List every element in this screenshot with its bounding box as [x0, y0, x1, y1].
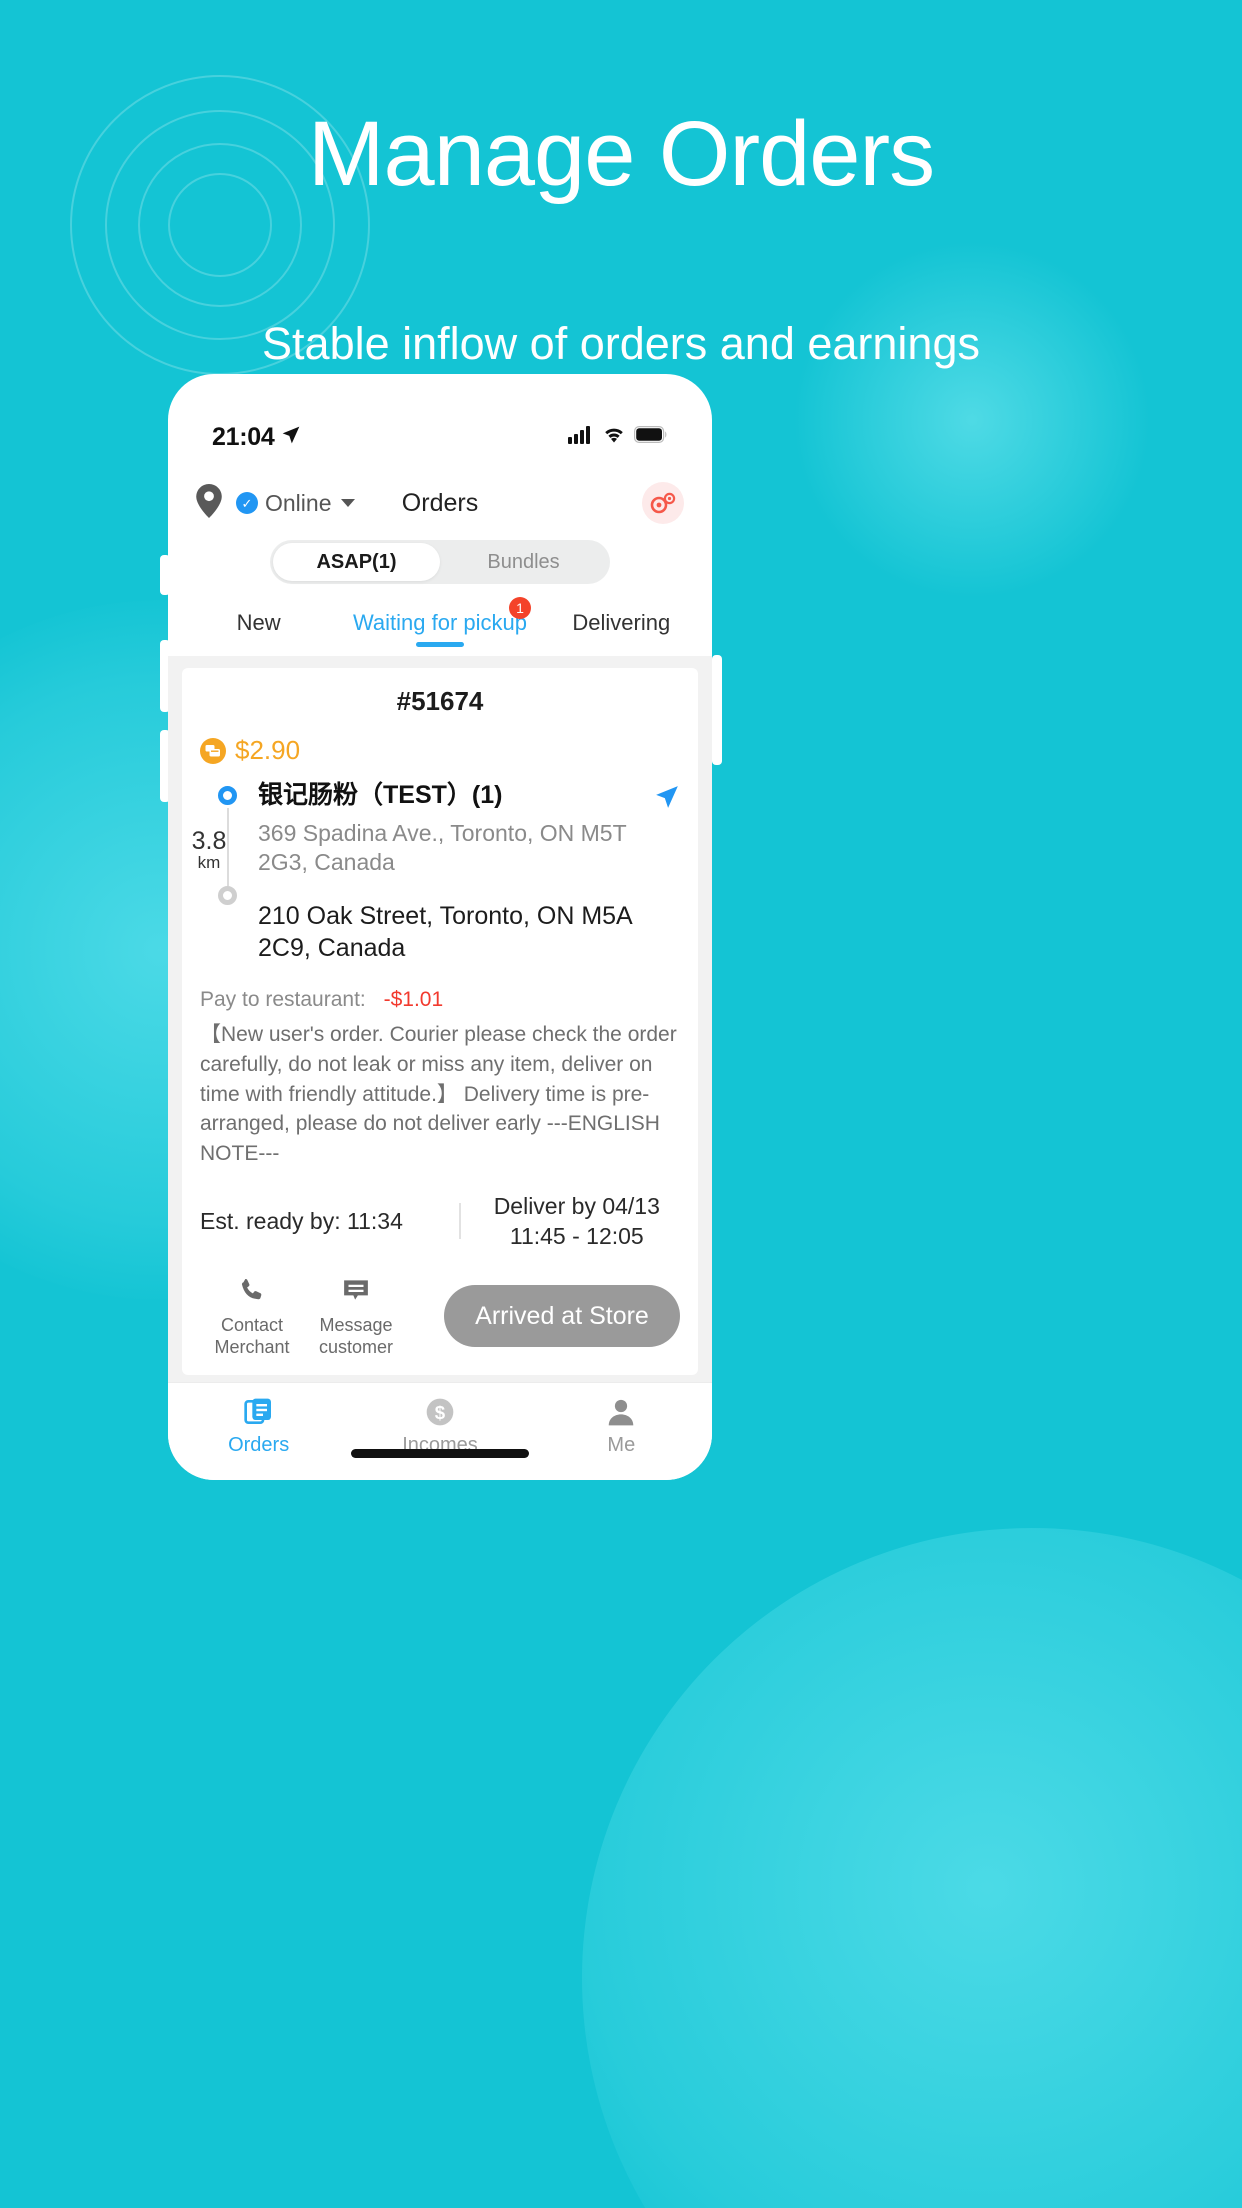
order-payout-row: $2.90 — [200, 735, 680, 766]
pickup-address: 369 Spadina Ave., Toronto, ON M5T 2G3, C… — [258, 820, 627, 876]
order-card[interactable]: #51674 $2.90 3.8 km 银记肠粉（TEST）(1) 369 Sp… — [182, 668, 698, 1375]
order-status-tabs: New Waiting for pickup 1 Delivering — [168, 596, 712, 650]
orders-list: #51674 $2.90 3.8 km 银记肠粉（TEST）(1) 369 Sp… — [168, 656, 712, 1382]
pickup-dot-icon — [218, 786, 237, 805]
dropoff-dot-icon — [218, 886, 237, 905]
message-customer-label: Message customer — [318, 1314, 394, 1358]
tab-waiting-badge: 1 — [509, 597, 532, 619]
dollar-circle-icon: $ — [349, 1393, 530, 1431]
order-mode-segmented-control[interactable]: ASAP(1) Bundles — [270, 540, 610, 584]
check-circle-icon: ✓ — [236, 492, 258, 514]
nav-item-me-label: Me — [607, 1434, 636, 1456]
online-status-dropdown[interactable]: ✓ Online — [236, 489, 356, 517]
phone-icon — [200, 1274, 304, 1308]
svg-text:$: $ — [435, 1402, 446, 1423]
tab-delivering[interactable]: Delivering — [531, 610, 712, 636]
order-number: #51674 — [396, 686, 484, 716]
message-customer-button[interactable]: Message customer — [304, 1274, 408, 1359]
status-bar-time: 21:04 — [212, 422, 275, 451]
nav-item-me[interactable]: Me — [531, 1393, 712, 1457]
home-indicator[interactable] — [351, 1449, 529, 1458]
nav-item-orders[interactable]: Orders — [168, 1393, 349, 1457]
pickup-row: 银记肠粉（TEST）(1) — [258, 780, 680, 815]
promo-headline: Manage Orders — [307, 103, 935, 205]
contact-merchant-label: Contact Merchant — [214, 1314, 290, 1358]
message-bubble-icon — [304, 1274, 408, 1308]
pickup-name: 银记肠粉（TEST）(1) — [258, 781, 503, 809]
person-icon — [531, 1393, 712, 1431]
location-arrow-icon — [281, 423, 301, 452]
deliver-by-date: Deliver by 04/13 — [493, 1192, 660, 1219]
deliver-by-window: 11:45 - 12:05 — [509, 1223, 644, 1250]
route-distance-value: 3.8 — [191, 827, 227, 855]
wifi-icon — [602, 426, 626, 449]
phone-power-button — [712, 655, 722, 765]
route-distance: 3.8 km — [182, 828, 236, 873]
nav-item-incomes[interactable]: $ Incomes — [349, 1393, 530, 1457]
segment-asap[interactable]: ASAP(1) — [273, 543, 440, 581]
nav-item-orders-label: Orders — [228, 1434, 290, 1456]
order-actions: Contact Merchant Message customer Arrive… — [200, 1274, 680, 1359]
background-blob-bottom-right — [582, 1528, 1242, 2208]
tab-waiting-for-pickup[interactable]: Waiting for pickup 1 — [349, 597, 532, 647]
order-times: Est. ready by: 11:34 Deliver by 04/13 11… — [200, 1191, 680, 1252]
phone-screen: 21:04 ✓ Online Orders ASAP(1) Bundles Ne… — [168, 374, 712, 1480]
order-payout-amount: $2.90 — [235, 735, 301, 765]
order-route: 3.8 km 银记肠粉（TEST）(1) 369 Spadina Ave., T… — [192, 780, 680, 964]
bottom-navigation: Orders $ Incomes Me — [168, 1382, 712, 1480]
money-coin-icon — [200, 737, 226, 764]
online-status-label: Online — [265, 489, 332, 516]
tab-new-label: New — [236, 610, 281, 635]
tab-active-underline — [415, 642, 464, 647]
route-dots: 3.8 km — [192, 786, 240, 970]
cellular-signal-icon — [568, 425, 594, 449]
app-bar: ✓ Online Orders — [168, 472, 712, 534]
pay-to-restaurant-value: -$1.01 — [383, 987, 444, 1011]
status-bar-left: 21:04 — [212, 423, 301, 452]
map-pin-icon[interactable] — [196, 483, 222, 523]
navigation-arrow-icon[interactable] — [654, 784, 680, 815]
target-rings-icon[interactable] — [642, 482, 684, 524]
deliver-by-block: Deliver by 04/13 11:45 - 12:05 — [450, 1191, 680, 1252]
pay-to-restaurant-row: Pay to restaurant: -$1.01 — [200, 988, 680, 1012]
times-divider — [459, 1203, 462, 1240]
chevron-down-icon — [341, 499, 356, 507]
segment-bundles[interactable]: Bundles — [440, 543, 607, 581]
decorative-rings — [10, 15, 430, 435]
tab-waiting-for-pickup-label: Waiting for pickup — [352, 610, 528, 635]
tab-delivering-label: Delivering — [572, 610, 671, 635]
route-distance-unit: km — [197, 853, 221, 873]
contact-merchant-button[interactable]: Contact Merchant — [200, 1274, 304, 1359]
tab-new[interactable]: New — [168, 610, 349, 636]
est-ready-time: Est. ready by: 11:34 — [200, 1207, 403, 1234]
background-blob-top-right — [792, 240, 1152, 600]
status-bar: 21:04 — [168, 418, 712, 456]
promo-banner: Manage Orders Stable inflow of orders an… — [0, 0, 1242, 2208]
arrived-at-store-button[interactable]: Arrived at Store — [444, 1285, 680, 1348]
dropoff-address: 210 Oak Street, Toronto, ON M5A 2C9, Can… — [258, 901, 632, 962]
order-note: 【New user's order. Courier please check … — [200, 1022, 677, 1166]
documents-icon — [168, 1393, 349, 1431]
promo-subheadline: Stable inflow of orders and earnings — [262, 318, 980, 369]
battery-full-icon — [634, 426, 668, 448]
pay-to-restaurant-label: Pay to restaurant: — [200, 987, 366, 1011]
status-bar-right — [568, 425, 668, 449]
